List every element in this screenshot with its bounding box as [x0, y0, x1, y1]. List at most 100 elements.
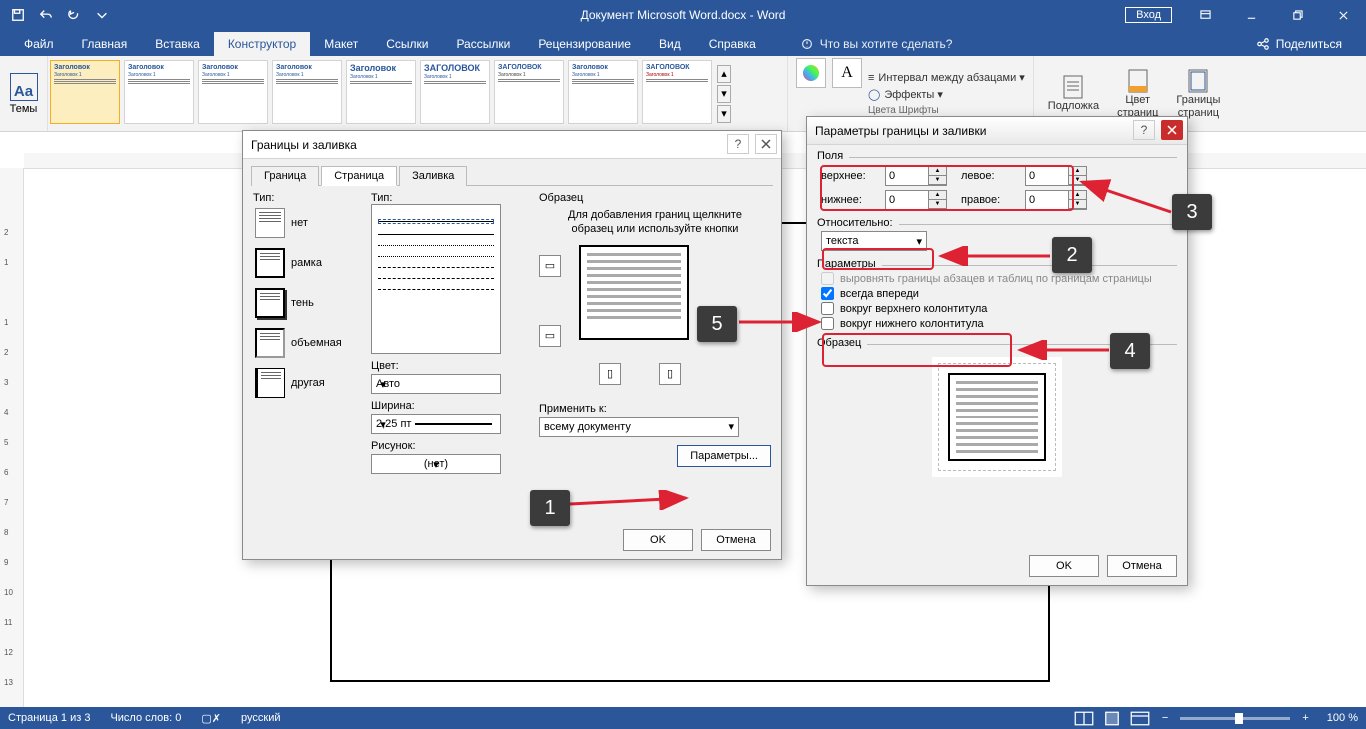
word-count[interactable]: Число слов: 0 [110, 712, 181, 724]
dialog-title-bar[interactable]: Параметры границы и заливки ? [807, 117, 1187, 145]
zoom-slider[interactable] [1180, 717, 1290, 720]
border-preview[interactable] [579, 245, 689, 340]
cancel-button[interactable]: Отмена [701, 529, 771, 551]
close-icon[interactable] [755, 134, 777, 154]
window-controls: Вход [1125, 0, 1366, 30]
gallery-item[interactable]: ЗаголовокЗаголовок 1 [50, 60, 120, 124]
style-label: Тип: [371, 192, 529, 204]
undo-icon[interactable] [34, 3, 58, 27]
close-icon[interactable] [1161, 120, 1183, 140]
tab-mailings[interactable]: Рассылки [442, 32, 524, 56]
tell-me[interactable]: Что вы хотите сделать? [790, 32, 963, 56]
document-formatting-gallery[interactable]: ЗаголовокЗаголовок 1 ЗаголовокЗаголовок … [48, 56, 788, 131]
setting-custom[interactable]: другая [255, 368, 361, 398]
apply-to-combo[interactable]: всему документу▾ [539, 417, 739, 437]
gallery-item[interactable]: ЗАГОЛОВОКЗаголовок 1 [642, 60, 712, 124]
annotation-box [820, 165, 1074, 211]
annotation-arrow [1076, 176, 1176, 218]
dialog-title-bar[interactable]: Границы и заливка ? [243, 131, 781, 159]
setting-shadow[interactable]: тень [255, 288, 361, 318]
always-in-front-checkbox[interactable]: всегда впереди [821, 287, 1177, 300]
help-icon[interactable]: ? [727, 134, 749, 154]
colors-fonts-label: Цвета Шрифты [868, 105, 1025, 116]
edge-left-button[interactable]: ▯ [599, 363, 621, 385]
restore-icon[interactable] [1274, 0, 1320, 30]
tell-me-label: Что вы хотите сделать? [820, 37, 953, 51]
art-combo[interactable]: (нет)▾ [371, 454, 501, 474]
read-mode-icon[interactable] [1074, 710, 1094, 726]
gallery-item[interactable]: ЗаголовокЗаголовок 1 [272, 60, 342, 124]
ok-button[interactable]: OK [1029, 555, 1099, 577]
options-group: Параметры выровнять границы абзацев и та… [817, 265, 1177, 330]
gallery-item[interactable]: ЗаголовокЗаголовок 1 [568, 60, 638, 124]
effects-button[interactable]: ◯Эффекты ▾ [868, 88, 1025, 101]
tab-shading[interactable]: Заливка [399, 166, 467, 186]
colors-button[interactable] [796, 58, 826, 88]
tab-insert[interactable]: Вставка [141, 32, 214, 56]
zoom-out-button[interactable]: − [1158, 712, 1172, 724]
save-icon[interactable] [6, 3, 30, 27]
web-layout-icon[interactable] [1130, 710, 1150, 726]
page-indicator[interactable]: Страница 1 из 3 [8, 712, 90, 724]
login-button[interactable]: Вход [1125, 7, 1172, 23]
themes-button[interactable]: Aa Темы [0, 56, 48, 131]
gallery-scroll[interactable]: ▴ ▾ ▾ [716, 60, 732, 127]
art-label: Рисунок: [371, 440, 529, 452]
align-checkbox[interactable]: выровнять границы абзацев и таблиц по гр… [821, 272, 1177, 285]
width-combo[interactable]: 2,25 пт▾ [371, 414, 501, 434]
setting-label: Тип: [253, 192, 361, 204]
proofing-icon[interactable]: ▢✗ [201, 712, 221, 725]
surround-footer-checkbox[interactable]: вокруг нижнего колонтитула [821, 317, 1177, 330]
tab-layout[interactable]: Макет [310, 32, 372, 56]
print-layout-icon[interactable] [1102, 710, 1122, 726]
close-icon[interactable] [1320, 0, 1366, 30]
paragraph-spacing-button[interactable]: ≡Интервал между абзацами ▾ [868, 71, 1025, 84]
zoom-level[interactable]: 100 % [1327, 712, 1358, 724]
ok-button[interactable]: OK [623, 529, 693, 551]
gallery-item[interactable]: ЗАГОЛОВОКЗаголовок 1 [420, 60, 490, 124]
gallery-item[interactable]: ЗаголовокЗаголовок 1 [124, 60, 194, 124]
tab-page-border[interactable]: Страница [321, 166, 397, 186]
width-label: Ширина: [371, 400, 529, 412]
annotation-arrow [935, 246, 1055, 266]
gallery-item[interactable]: ЗАГОЛОВОКЗаголовок 1 [494, 60, 564, 124]
surround-header-checkbox[interactable]: вокруг верхнего колонтитула [821, 302, 1177, 315]
tab-view[interactable]: Вид [645, 32, 695, 56]
setting-box[interactable]: рамка [255, 248, 361, 278]
annotation-arrow [735, 312, 825, 332]
gallery-item[interactable]: ЗаголовокЗаголовок 1 [198, 60, 268, 124]
page-color-button[interactable]: Цвет страниц [1117, 68, 1158, 118]
vertical-ruler[interactable]: 21 12 34 56 78 910 1112 13 [0, 168, 24, 707]
zoom-in-button[interactable]: + [1298, 712, 1312, 724]
page-borders-button[interactable]: Границы страниц [1176, 68, 1220, 118]
line-style-listbox[interactable] [371, 204, 501, 354]
edge-bottom-button[interactable]: ▭ [539, 325, 561, 347]
color-combo[interactable]: Авто▾ [371, 374, 501, 394]
language-indicator[interactable]: русский [241, 712, 280, 724]
minimize-icon[interactable] [1228, 0, 1274, 30]
setting-3d[interactable]: объемная [255, 328, 361, 358]
share-button[interactable]: Поделиться [1246, 32, 1352, 56]
tab-home[interactable]: Главная [68, 32, 142, 56]
tab-review[interactable]: Рецензирование [524, 32, 645, 56]
help-icon[interactable]: ? [1133, 120, 1155, 140]
edge-right-button[interactable]: ▯ [659, 363, 681, 385]
tab-references[interactable]: Ссылки [372, 32, 442, 56]
quick-access-toolbar [0, 0, 114, 30]
callout-marker: 3 [1172, 194, 1212, 230]
watermark-button[interactable]: Подложка [1048, 74, 1099, 112]
options-button[interactable]: Параметры... [677, 445, 771, 467]
qat-customize-icon[interactable] [90, 3, 114, 27]
tab-file[interactable]: Файл [10, 32, 68, 56]
ribbon-display-icon[interactable] [1182, 0, 1228, 30]
tab-design[interactable]: Конструктор [214, 32, 310, 56]
setting-none[interactable]: нет [255, 208, 361, 238]
cancel-button[interactable]: Отмена [1107, 555, 1177, 577]
redo-icon[interactable] [62, 3, 86, 27]
gallery-item[interactable]: ЗаголовокЗаголовок 1 [346, 60, 416, 124]
edge-top-button[interactable]: ▭ [539, 255, 561, 277]
dialog-title: Границы и заливка [251, 138, 357, 152]
tab-help[interactable]: Справка [695, 32, 770, 56]
fonts-button[interactable]: A [832, 58, 862, 88]
tab-border[interactable]: Граница [251, 166, 319, 186]
